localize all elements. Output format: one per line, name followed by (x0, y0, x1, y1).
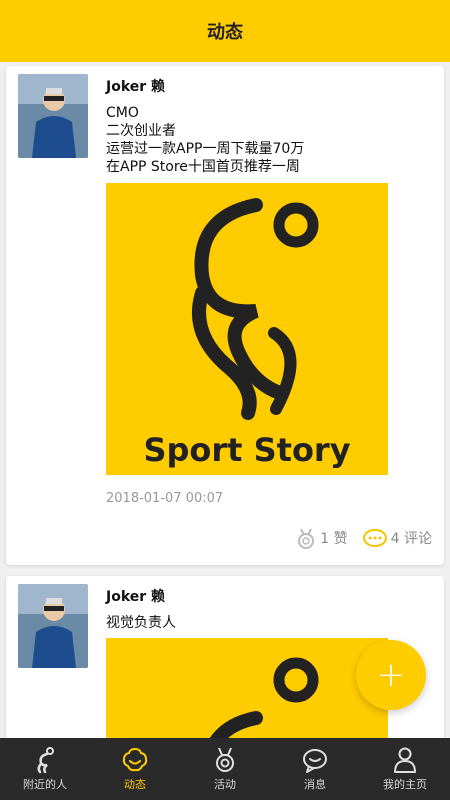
avatar[interactable] (18, 584, 88, 668)
post-image[interactable]: Sport Story (106, 183, 388, 475)
comment-count: 4 评论 (390, 531, 432, 547)
avatar[interactable] (18, 74, 88, 158)
bottom-tab-bar: 附近的人 动态 活动 消息 我的主页 (0, 738, 450, 800)
runner-icon (37, 747, 54, 774)
comment-bubble-icon (362, 529, 387, 547)
comment-button[interactable]: 4 评论 (362, 527, 432, 549)
post-line: 二次创业者 (106, 123, 176, 139)
medal-icon (298, 528, 315, 549)
post-line: 在APP Store十国首页推荐一周 (106, 159, 300, 175)
tab-label: 我的主页 (383, 778, 427, 791)
tab-nearby[interactable]: 附近的人 (0, 738, 90, 800)
medal-icon (216, 747, 234, 772)
sport-story-logo-icon (209, 657, 319, 738)
person-icon (394, 747, 416, 773)
tab-label: 活动 (214, 778, 236, 791)
post-content: 视觉负责人 (106, 614, 426, 632)
post-line: CMO (106, 105, 139, 121)
page-title: 动态 (207, 22, 243, 43)
post-author[interactable]: Joker 赖 (106, 586, 165, 606)
like-count: 1 赞 (320, 531, 348, 547)
post-image-caption: Sport Story (143, 431, 351, 469)
tab-feed[interactable]: 动态 (90, 738, 180, 800)
tab-messages[interactable]: 消息 (270, 738, 360, 800)
tab-label: 动态 (124, 778, 146, 791)
app-header: 动态 (0, 0, 450, 62)
post-timestamp: 2018-01-07 00:07 (106, 491, 224, 506)
feed-list[interactable]: Joker 赖 CMO 二次创业者 运营过一款APP一周下载量70万 在APP … (0, 62, 450, 738)
post-card[interactable]: Joker 赖 CMO 二次创业者 运营过一款APP一周下载量70万 在APP … (6, 66, 444, 565)
post-author[interactable]: Joker 赖 (106, 76, 165, 96)
like-button[interactable]: 1 赞 (295, 527, 348, 549)
sport-story-logo-icon (192, 198, 319, 420)
post-content: CMO 二次创业者 运营过一款APP一周下载量70万 在APP Store十国首… (106, 104, 426, 176)
smile-icon (122, 747, 148, 772)
post-line: 视觉负责人 (106, 615, 176, 631)
post-line: 运营过一款APP一周下载量70万 (106, 141, 305, 157)
tab-label: 附近的人 (23, 778, 67, 791)
post-actions: 1 赞 4 评论 (281, 526, 432, 550)
chat-icon (303, 749, 327, 773)
tab-profile[interactable]: 我的主页 (360, 738, 450, 800)
tab-label: 消息 (304, 778, 326, 791)
add-post-button[interactable]: + (356, 640, 426, 710)
post-image[interactable] (106, 638, 388, 738)
tab-activities[interactable]: 活动 (180, 738, 270, 800)
